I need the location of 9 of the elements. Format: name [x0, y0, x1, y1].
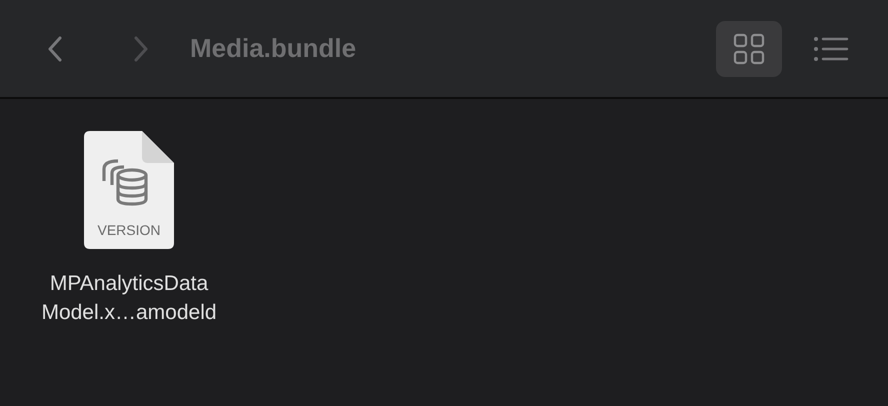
- window-title: Media.bundle: [190, 32, 356, 65]
- file-type-label: VERSION: [96, 221, 162, 240]
- grid-view-button[interactable]: [716, 20, 782, 76]
- chevron-right-icon: [134, 36, 148, 62]
- grid-icon: [733, 32, 765, 64]
- list-icon: [813, 34, 849, 62]
- file-name: MPAnalyticsData Model.x…amodeld: [41, 271, 217, 326]
- file-icon[interactable]: [84, 131, 174, 249]
- chevron-left-icon: [48, 36, 62, 62]
